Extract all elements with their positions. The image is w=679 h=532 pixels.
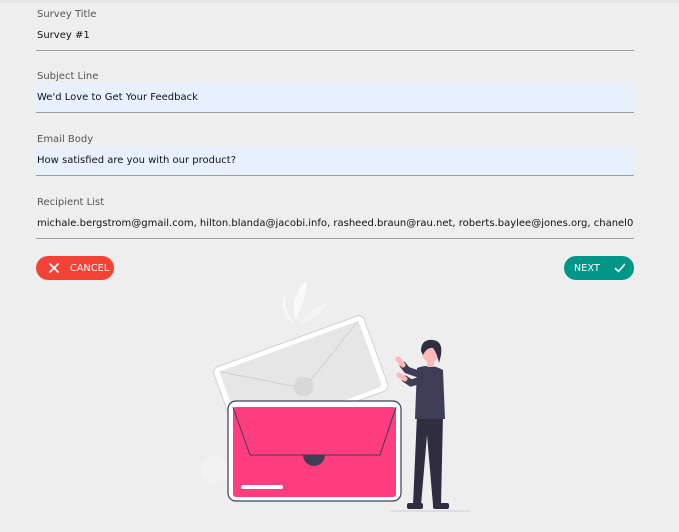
cancel-button[interactable]: CANCEL [36,256,114,280]
subject-line-label: Subject Line [37,71,99,82]
cancel-button-label: CANCEL [70,262,110,274]
survey-title-label: Survey Title [37,9,97,20]
recipient-list-input[interactable] [36,209,634,239]
envelope-illustration [201,280,470,512]
recipient-list-label: Recipient List [37,197,105,208]
subject-line-input[interactable] [36,83,634,113]
envelope-body [233,407,396,497]
person-figure [395,339,449,509]
next-button-label: NEXT [574,262,601,274]
email-body-input[interactable] [36,146,634,176]
bg-circle [201,456,229,484]
check-icon [614,263,626,273]
plant-decoration [283,280,327,325]
survey-title-input[interactable] [36,21,634,51]
top-divider [0,0,679,3]
envelope-stripe [241,485,283,489]
next-button[interactable]: NEXT [564,256,634,280]
close-icon [49,263,59,273]
email-body-label: Email Body [37,134,94,145]
